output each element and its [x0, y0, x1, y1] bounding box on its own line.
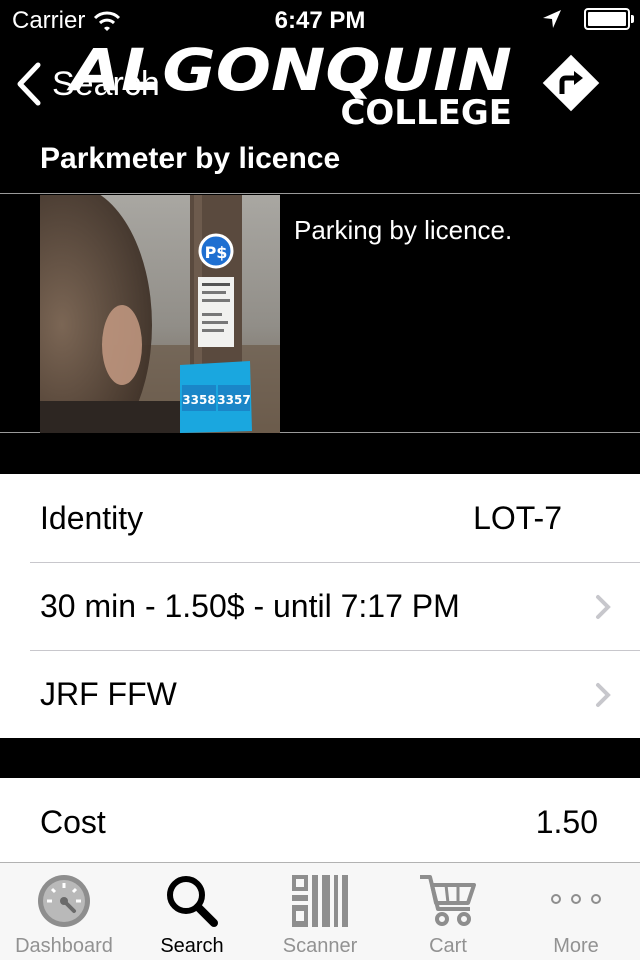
cost-value: 1.50: [535, 804, 598, 840]
item-title-row: Parkmeter by licence: [0, 128, 640, 194]
cost-row: Cost 1.50: [0, 778, 640, 866]
item-description: Parking by licence.: [294, 215, 513, 245]
logo-line-1: ALGONQUIN: [70, 36, 512, 104]
dashboard-gauge-icon: [38, 875, 90, 927]
tab-more-label: More: [553, 935, 599, 957]
tab-bar: Dashboard Search Scanner Cart More: [0, 862, 640, 960]
identity-label: Identity: [40, 500, 144, 536]
navigation-bar: Search ALGONQUIN COLLEGE: [0, 40, 640, 130]
battery-icon: [584, 8, 634, 30]
cart-icon: [420, 875, 476, 926]
rate-label: 30 min - 1.50$ - until 7:17 PM: [40, 588, 460, 624]
status-bar: Carrier 6:47 PM: [0, 0, 640, 40]
item-title: Parkmeter by licence: [40, 142, 341, 175]
battery-fill: [588, 12, 626, 26]
directions-arrow-icon[interactable]: [538, 50, 604, 116]
tab-cart[interactable]: Cart: [384, 863, 512, 960]
tab-search-label: Search: [160, 935, 224, 957]
item-detail: P$ 3358 3357 Parking by licence.: [0, 195, 640, 433]
licence-plate-row[interactable]: JRF FFW: [0, 650, 640, 738]
parking-meter-photo: P$ 3358 3357: [40, 195, 280, 433]
identity-value: LOT-7: [473, 500, 562, 536]
college-logo: ALGONQUIN COLLEGE: [71, 41, 512, 130]
tab-cart-label: Cart: [429, 935, 467, 957]
location-arrow-icon: [543, 10, 561, 28]
photo-label-2: 3357: [217, 393, 250, 407]
qr-code-icon: [292, 875, 348, 927]
tab-dashboard-label: Dashboard: [15, 935, 113, 957]
chevron-right-icon: [596, 683, 611, 707]
photo-sign-text: P$: [205, 243, 228, 262]
tab-scanner[interactable]: Scanner: [256, 863, 384, 960]
chevron-left-icon: [17, 62, 41, 106]
cost-label: Cost: [40, 804, 106, 840]
details-table: Identity LOT-7 30 min - 1.50$ - until 7:…: [0, 474, 640, 738]
tab-scanner-label: Scanner: [282, 935, 358, 957]
parking-meter-illustration: P$ 3358 3357: [40, 195, 280, 433]
chevron-right-icon: [596, 595, 611, 619]
rate-row[interactable]: 30 min - 1.50$ - until 7:17 PM: [0, 562, 640, 650]
identity-row: Identity LOT-7: [0, 474, 640, 562]
tab-dashboard[interactable]: Dashboard: [0, 863, 128, 960]
cost-table: Cost 1.50: [0, 778, 640, 862]
tab-more[interactable]: More: [512, 863, 640, 960]
photo-label-1: 3358: [182, 393, 215, 407]
more-dots-icon: [551, 894, 601, 904]
tab-search[interactable]: Search: [128, 863, 256, 960]
search-icon: [167, 876, 218, 927]
licence-plate-label: JRF FFW: [40, 676, 177, 712]
